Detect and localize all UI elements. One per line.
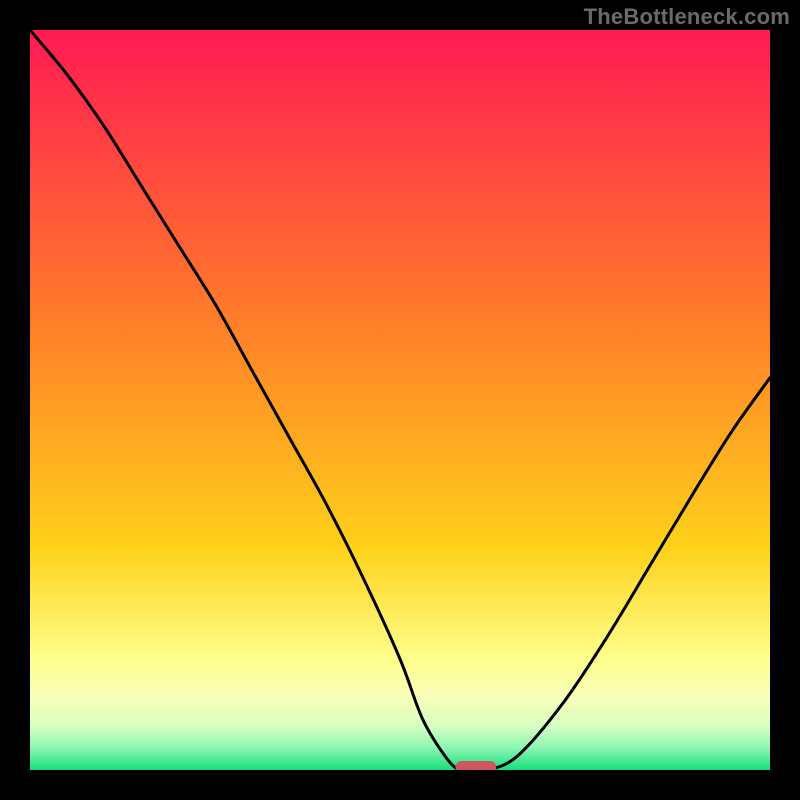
frame-bottom [0, 770, 800, 800]
chart-stage: TheBottleneck.com [0, 0, 800, 800]
frame-left [0, 0, 30, 800]
frame-right [770, 0, 800, 800]
watermark-text: TheBottleneck.com [584, 4, 790, 30]
bottleneck-chart [0, 0, 800, 800]
